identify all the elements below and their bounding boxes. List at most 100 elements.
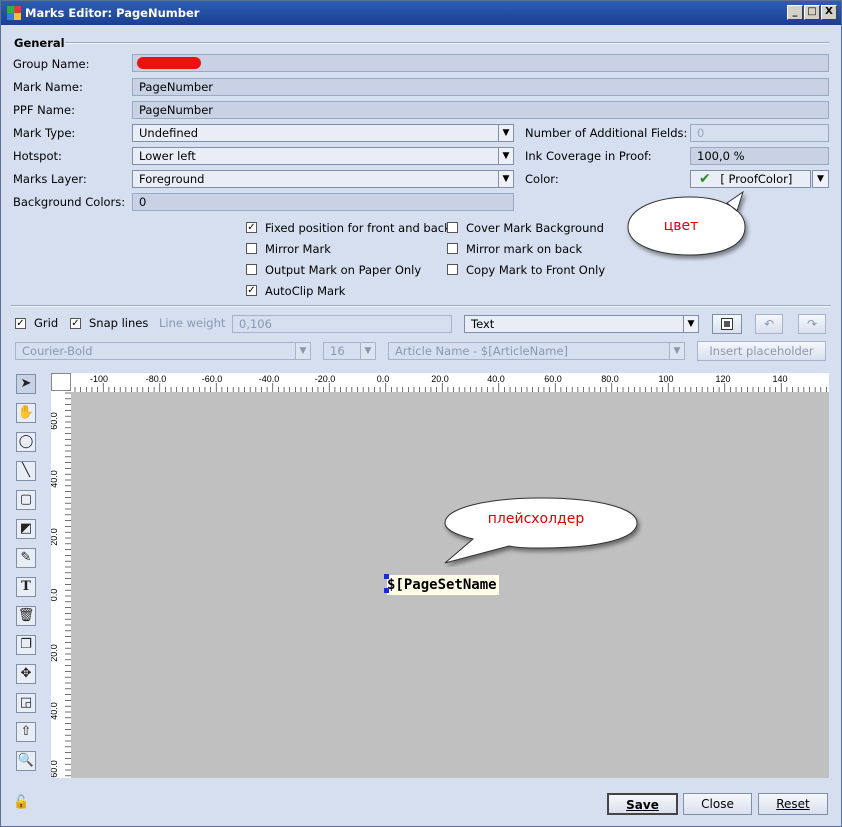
background-colors-field[interactable]: 0 <box>132 193 514 211</box>
rectangle-tool[interactable]: ▢ <box>16 490 36 510</box>
ruler-tick-label: 20.0 <box>51 644 59 662</box>
option-checkbox[interactable] <box>447 222 458 233</box>
additional-fields-field[interactable]: 0 <box>690 124 829 142</box>
hotspot-select[interactable]: Lower left ▼ <box>132 147 514 165</box>
color-dropdown-button[interactable]: ▼ <box>812 170 829 188</box>
color-label: Color: <box>525 172 559 186</box>
placeholder-select[interactable]: Article Name - $[ArticleName] ▼ <box>388 342 685 360</box>
text-t-icon: T <box>21 579 31 594</box>
background-colors-label: Background Colors: <box>13 195 126 209</box>
placeholder-value: Article Name - $[ArticleName] <box>395 344 569 358</box>
insert-placeholder-button[interactable]: Insert placeholder <box>697 341 826 361</box>
option-checkbox[interactable] <box>246 264 257 275</box>
ruler-tick-label: 0.0 <box>377 374 390 384</box>
option-checkbox[interactable]: ✓ <box>246 285 257 296</box>
fill-tool[interactable]: ◩ <box>16 519 36 539</box>
chevron-down-icon[interactable]: ▼ <box>669 343 684 359</box>
minimize-button[interactable]: _ <box>787 5 803 20</box>
line-icon: ╲ <box>22 463 30 478</box>
mark-type-value: Undefined <box>139 126 198 140</box>
arrow-up-icon: ⇧ <box>20 724 32 739</box>
redo-button[interactable]: ↷ <box>798 314 826 334</box>
redo-icon: ↷ <box>806 317 818 331</box>
ruler-tick-label: 20.0 <box>431 374 449 384</box>
option-checkbox-label: AutoClip Mark <box>265 284 346 298</box>
close-window-button[interactable]: X <box>821 5 837 20</box>
grid-label: Grid <box>34 316 59 330</box>
selection-handle[interactable] <box>384 588 389 593</box>
font-size-value: 16 <box>330 344 345 358</box>
grid-checkbox[interactable]: ✓ <box>15 318 26 329</box>
snap-lines-checkbox[interactable]: ✓ <box>70 318 81 329</box>
callout-placeholder-bubble <box>444 497 638 564</box>
color-select[interactable]: ✔ [ ProofColor] <box>690 170 811 188</box>
chevron-down-icon[interactable]: ▼ <box>498 125 513 141</box>
snap-lines-label: Snap lines <box>89 316 149 330</box>
font-select[interactable]: Courier-Bold ▼ <box>15 342 311 360</box>
font-size-select[interactable]: 16 ▼ <box>323 342 376 360</box>
circle-icon: ◯ <box>18 434 34 449</box>
ellipse-tool[interactable]: ◯ <box>16 432 36 452</box>
ink-coverage-label: Ink Coverage in Proof: <box>525 149 652 163</box>
ruler-tick-label: 60.0 <box>51 760 59 778</box>
chevron-down-icon[interactable]: ▼ <box>683 316 698 332</box>
option-checkbox-label: Copy Mark to Front Only <box>466 263 606 277</box>
pan-tool[interactable]: ✋ <box>16 403 36 423</box>
marks-layer-value: Foreground <box>139 172 205 186</box>
chevron-down-icon[interactable]: ▼ <box>295 343 310 359</box>
title-bar[interactable]: Marks Editor: PageNumber _ □ X <box>1 1 841 25</box>
chevron-down-icon: ▼ <box>813 171 828 187</box>
delete-tool[interactable]: 🗑 <box>16 606 36 626</box>
resize-tool[interactable]: ◲ <box>16 693 36 713</box>
color-value: [ ProofColor] <box>720 172 793 186</box>
save-button[interactable]: Save <box>607 793 678 815</box>
group-name-field[interactable] <box>132 54 829 72</box>
hand-icon: ✋ <box>17 405 35 420</box>
text-tool[interactable]: T <box>16 577 36 597</box>
undo-button[interactable]: ↶ <box>755 314 783 334</box>
canvas-text-object[interactable]: $[PageSetName <box>387 575 499 595</box>
option-checkbox-label: Cover Mark Background <box>466 221 604 235</box>
selection-handle[interactable] <box>384 574 389 579</box>
reset-button[interactable]: Reset <box>758 793 828 815</box>
section-divider <box>65 42 829 44</box>
mark-name-field[interactable]: PageNumber <box>132 78 829 96</box>
bring-front-tool[interactable]: ⇧ <box>16 722 36 742</box>
object-type-value: Text <box>471 317 495 331</box>
line-weight-field[interactable]: 0,106 <box>232 315 452 333</box>
stroke-tool[interactable]: ✎ <box>16 548 36 568</box>
select-tool[interactable]: ➤ <box>16 374 36 394</box>
move-arrows-icon: ✥ <box>20 666 32 681</box>
ruler-tick-label: 60.0 <box>51 412 59 430</box>
ppf-name-label: PPF Name: <box>13 103 75 117</box>
mark-name-label: Mark Name: <box>13 80 83 94</box>
properties-button[interactable] <box>712 314 742 334</box>
option-checkbox[interactable] <box>447 264 458 275</box>
ruler-tick-label: -100 <box>90 374 108 384</box>
chevron-down-icon[interactable]: ▼ <box>360 343 375 359</box>
close-button[interactable]: Close <box>683 793 752 815</box>
app-icon <box>7 6 21 20</box>
object-type-select[interactable]: Text ▼ <box>464 315 699 333</box>
option-checkbox[interactable] <box>246 243 257 254</box>
additional-fields-label: Number of Additional Fields: <box>525 126 688 140</box>
ppf-name-field[interactable]: PageNumber <box>132 101 829 119</box>
maximize-button[interactable]: □ <box>804 5 820 20</box>
mark-type-select[interactable]: Undefined ▼ <box>132 124 514 142</box>
move-tool[interactable]: ✥ <box>16 664 36 684</box>
arrow-pointer-icon: ➤ <box>20 376 32 391</box>
chevron-down-icon[interactable]: ▼ <box>498 171 513 187</box>
mark-type-label: Mark Type: <box>13 126 76 140</box>
ink-coverage-field: 100,0 % <box>690 147 829 165</box>
duplicate-tool[interactable]: ❐ <box>16 635 36 655</box>
lock-icon[interactable]: 🔓 <box>13 795 29 810</box>
option-checkbox[interactable]: ✓ <box>246 222 257 233</box>
line-tool[interactable]: ╲ <box>16 461 36 481</box>
ruler-corner <box>51 373 71 391</box>
callout-color-text: цвет <box>663 218 699 234</box>
chevron-down-icon[interactable]: ▼ <box>498 148 513 164</box>
option-checkbox[interactable] <box>447 243 458 254</box>
trash-icon: 🗑 <box>17 608 35 623</box>
zoom-tool[interactable]: 🔍 <box>16 751 36 771</box>
marks-layer-select[interactable]: Foreground ▼ <box>132 170 514 188</box>
